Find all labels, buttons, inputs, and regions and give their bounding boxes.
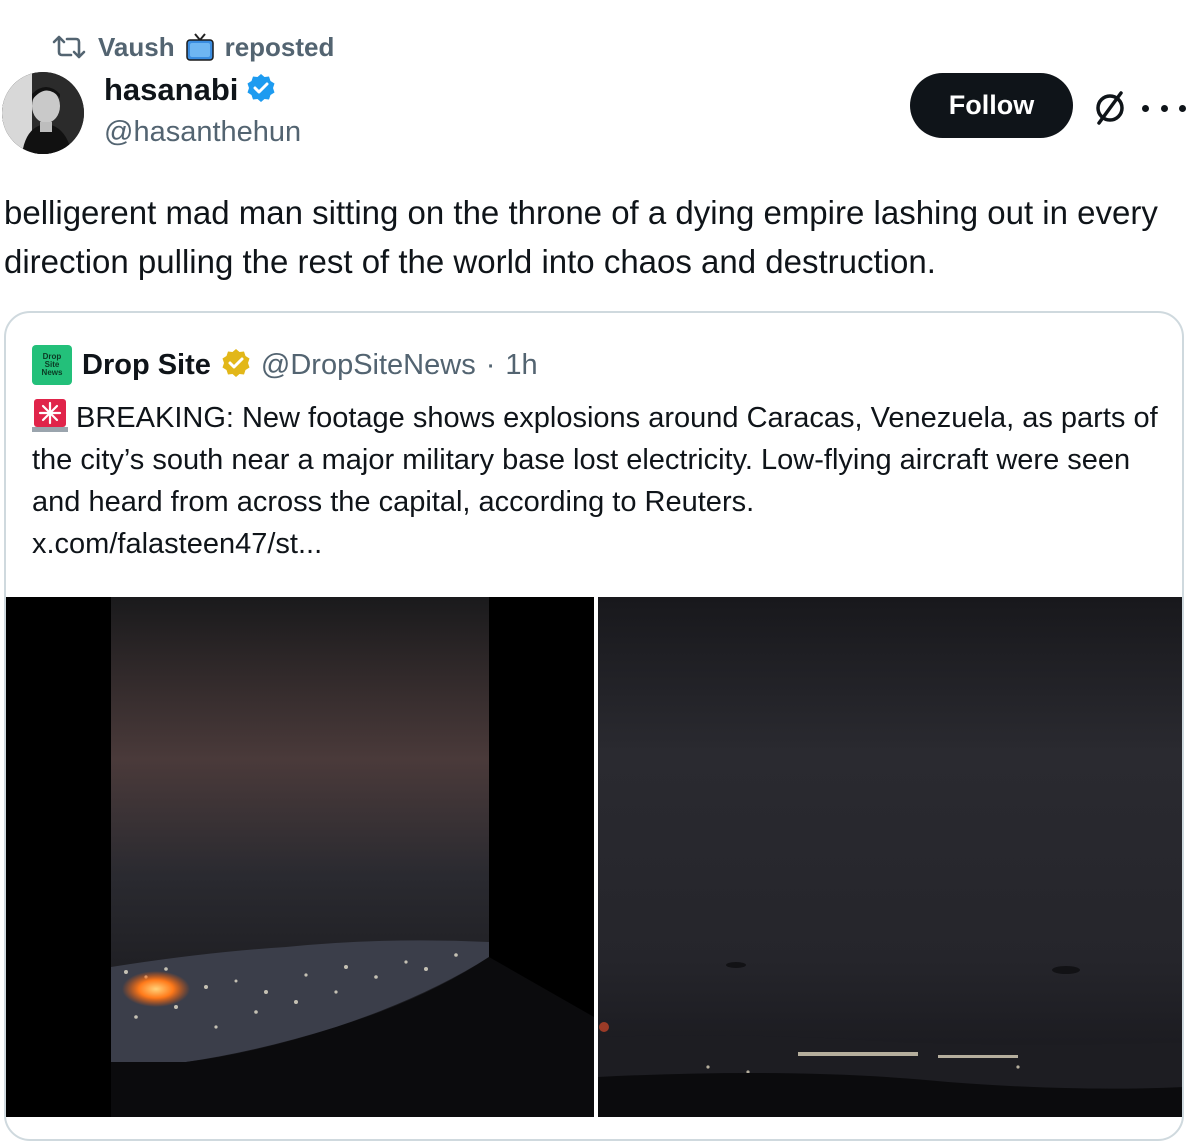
repost-label: reposted	[224, 31, 335, 62]
quote-text-block: BREAKING: New footage shows explosions a…	[32, 397, 1162, 565]
quote-link[interactable]: x.com/falasteen47/st...	[32, 528, 322, 560]
siren-icon	[32, 397, 68, 433]
quote-tweet-card[interactable]: Drop Site News Drop Site @DropSiteNews ·…	[4, 311, 1184, 1141]
quote-author-name[interactable]: Drop Site	[82, 349, 211, 382]
quote-avatar-text: News	[41, 368, 63, 377]
quote-avatar[interactable]: Drop Site News	[32, 345, 72, 385]
repost-header[interactable]: Vaush reposted	[52, 30, 334, 64]
tv-icon	[185, 32, 215, 62]
author-name-row[interactable]: hasanabi	[104, 72, 276, 108]
author-handle[interactable]: @hasanthehun	[104, 116, 301, 149]
more-options-icon[interactable]	[1142, 88, 1186, 128]
verified-badge-icon	[246, 73, 276, 108]
repost-user[interactable]: Vaush	[98, 32, 175, 63]
grok-icon[interactable]	[1090, 88, 1130, 128]
gold-verified-badge-icon	[221, 348, 251, 383]
avatar[interactable]	[2, 72, 84, 154]
follow-button[interactable]: Follow	[910, 73, 1073, 138]
quote-text: BREAKING: New footage shows explosions a…	[32, 402, 1158, 518]
video-thumbnail-1[interactable]	[6, 597, 594, 1117]
quote-header: Drop Site News Drop Site @DropSiteNews ·…	[32, 345, 538, 385]
tweet-text: belligerent mad man sitting on the thron…	[4, 194, 1158, 280]
quote-separator: ·	[485, 348, 496, 381]
video-thumbnail-2[interactable]	[598, 597, 1182, 1117]
quote-author-handle[interactable]: @DropSiteNews	[261, 349, 476, 382]
author-name[interactable]: hasanabi	[104, 72, 238, 108]
quote-timestamp[interactable]: 1h	[505, 349, 537, 382]
repost-icon	[52, 33, 88, 61]
